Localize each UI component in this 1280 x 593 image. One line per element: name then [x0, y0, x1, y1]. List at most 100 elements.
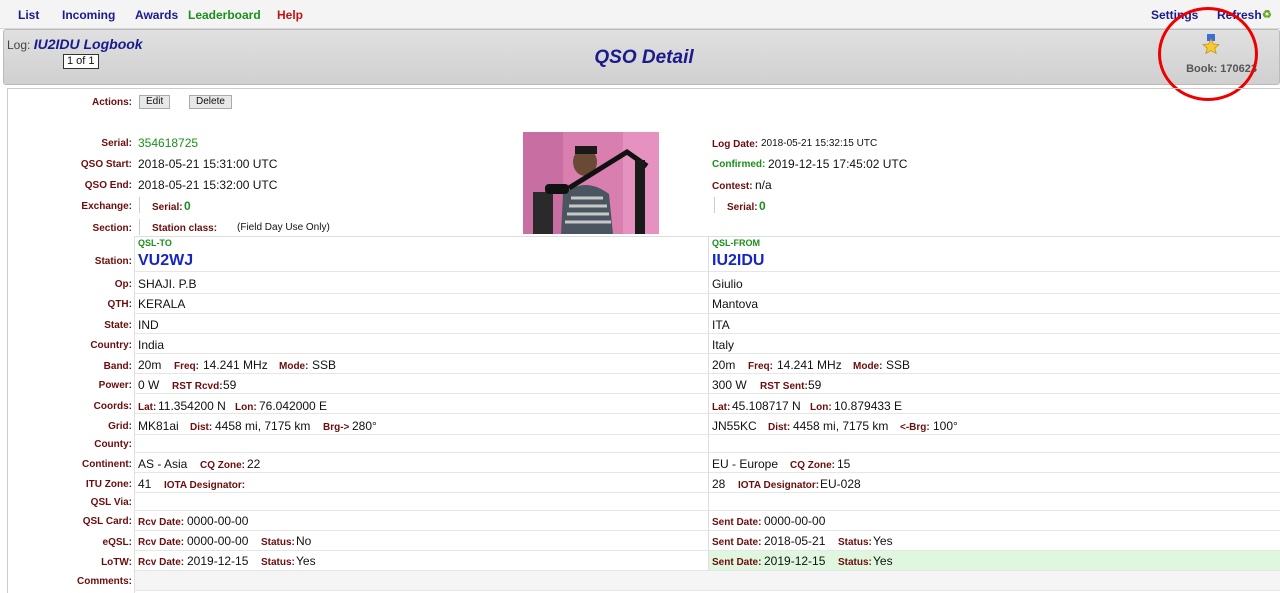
grid-label: Grid: — [108, 421, 132, 432]
brg-from-label: <-Brg: — [900, 422, 930, 433]
from-lat: 45.108717 N — [732, 399, 801, 413]
column-divider — [134, 236, 135, 593]
right-serial-value: 0 — [759, 199, 766, 213]
to-station-call[interactable]: VU2WJ — [138, 252, 193, 270]
to-op: SHAJI. P.B — [138, 277, 197, 291]
from-freq: 14.241 MHz — [777, 358, 842, 372]
from-lotw-status-label: Status: — [838, 557, 872, 568]
table-row — [134, 493, 1280, 511]
to-qsl-rcv-label: Rcv Date: — [138, 517, 185, 528]
to-lotw-status-label: Status: — [261, 557, 295, 568]
award-star-icon[interactable] — [1200, 33, 1222, 55]
to-eqsl-rcv-label: Rcv Date: — [138, 537, 185, 548]
from-lotw-sent-label: Sent Date: — [712, 557, 762, 568]
nav-list[interactable]: List — [18, 8, 39, 22]
refresh-icon[interactable]: ♻ — [1262, 8, 1272, 21]
from-station-call[interactable]: IU2IDU — [712, 252, 764, 270]
qso-start-value: 2018-05-21 15:31:00 UTC — [138, 157, 278, 171]
nav-leaderboard[interactable]: Leaderboard — [188, 8, 261, 22]
from-eqsl-sent-label: Sent Date: — [712, 537, 762, 548]
exchange-serial-value: 0 — [184, 199, 191, 213]
top-nav-bar: List Incoming Awards Leaderboard Help Se… — [0, 0, 1280, 29]
band-label: Band: — [103, 361, 132, 372]
nav-incoming[interactable]: Incoming — [62, 8, 115, 22]
table-row — [134, 571, 1280, 591]
from-qsl-sent-label: Sent Date: — [712, 517, 762, 528]
from-band: 20m — [712, 358, 736, 372]
from-qth: Mantova — [712, 297, 759, 311]
continent-label: Continent: — [82, 459, 132, 470]
qsl-to-header: QSL-TO — [138, 238, 172, 248]
to-itu: 41 — [138, 477, 152, 491]
delete-button[interactable]: Delete — [189, 95, 232, 109]
from-qsl-card-date: 0000-00-00 — [764, 514, 826, 528]
from-itu: 28 — [712, 477, 726, 491]
itu-zone-label: ITU Zone: — [85, 479, 132, 490]
from-dist: 4458 mi, 7175 km — [793, 419, 889, 433]
op-label: Op: — [114, 279, 132, 290]
station-class-label: Station class: — [152, 223, 218, 234]
nav-refresh[interactable]: Refresh — [1217, 8, 1262, 22]
divider — [714, 197, 715, 213]
to-dist: 4458 mi, 7175 km — [215, 419, 311, 433]
to-state: IND — [138, 318, 159, 332]
book-number: Book: 170623 — [1186, 63, 1257, 75]
from-iota-label: IOTA Designator: — [738, 480, 820, 491]
table-row — [134, 294, 1280, 314]
rst-rcvd-label: RST Rcvd: — [172, 381, 223, 392]
to-lon: 76.042000 E — [259, 399, 328, 413]
from-dist-label: Dist: — [768, 422, 791, 433]
country-label: Country: — [90, 340, 132, 351]
qso-end-label: QSO End: — [84, 180, 132, 191]
to-lotw-status: Yes — [296, 554, 316, 568]
to-eqsl-status-label: Status: — [261, 537, 295, 548]
table-row — [134, 511, 1280, 531]
to-freq-label: Freq: — [174, 361, 199, 372]
log-date-value: 2018-05-21 15:32:15 UTC — [761, 138, 878, 149]
station-class-note: (Field Day Use Only) — [237, 222, 330, 233]
table-row — [134, 435, 1280, 453]
qsl-card-label: QSL Card: — [82, 516, 132, 527]
from-lotw-status: Yes — [873, 554, 893, 568]
exchange-label: Exchange: — [81, 201, 132, 212]
from-mode-label: Mode: — [853, 361, 883, 372]
edit-button[interactable]: Edit — [139, 95, 171, 109]
to-continent: AS - Asia — [138, 457, 188, 471]
station-label: Station: — [94, 256, 132, 267]
to-brg: 280° — [352, 419, 377, 433]
from-iota: EU-028 — [820, 477, 861, 491]
confirmed-value: 2019-12-15 17:45:02 UTC — [768, 157, 908, 171]
to-mode-label: Mode: — [279, 361, 309, 372]
qth-label: QTH: — [107, 299, 132, 310]
nav-settings[interactable]: Settings — [1151, 8, 1198, 22]
from-lotw-date: 2019-12-15 — [764, 554, 826, 568]
from-lon: 10.879433 E — [834, 399, 903, 413]
serial-label: Serial: — [101, 138, 132, 149]
rst-sent-label: RST Sent: — [760, 381, 808, 392]
to-band: 20m — [138, 358, 162, 372]
from-cq-zone-label: CQ Zone: — [790, 460, 835, 471]
exchange-serial-label: Serial: — [152, 202, 183, 213]
nav-help[interactable]: Help — [277, 8, 303, 22]
county-label: County: — [94, 439, 132, 450]
to-freq: 14.241 MHz — [203, 358, 268, 372]
to-power: 0 W — [138, 378, 160, 392]
to-rst: 59 — [223, 378, 237, 392]
from-lon-label: Lon: — [810, 402, 832, 413]
from-country: Italy — [712, 338, 735, 352]
to-qth: KERALA — [138, 297, 186, 311]
qsl-from-header: QSL-FROM — [712, 238, 760, 248]
confirmed-label: Confirmed: — [712, 159, 766, 170]
divider — [134, 236, 1280, 237]
operator-photo — [523, 132, 659, 234]
from-grid: JN55KC — [712, 419, 757, 433]
to-eqsl-status: No — [296, 534, 312, 548]
table-row — [134, 250, 1280, 272]
serial-value: 354618725 — [138, 136, 199, 150]
qso-start-label: QSO Start: — [80, 159, 132, 170]
qsl-via-label: QSL Via: — [90, 497, 132, 508]
power-label: Power: — [98, 380, 132, 391]
divider — [139, 219, 140, 235]
nav-awards[interactable]: Awards — [135, 8, 178, 22]
to-lat-label: Lat: — [138, 402, 157, 413]
